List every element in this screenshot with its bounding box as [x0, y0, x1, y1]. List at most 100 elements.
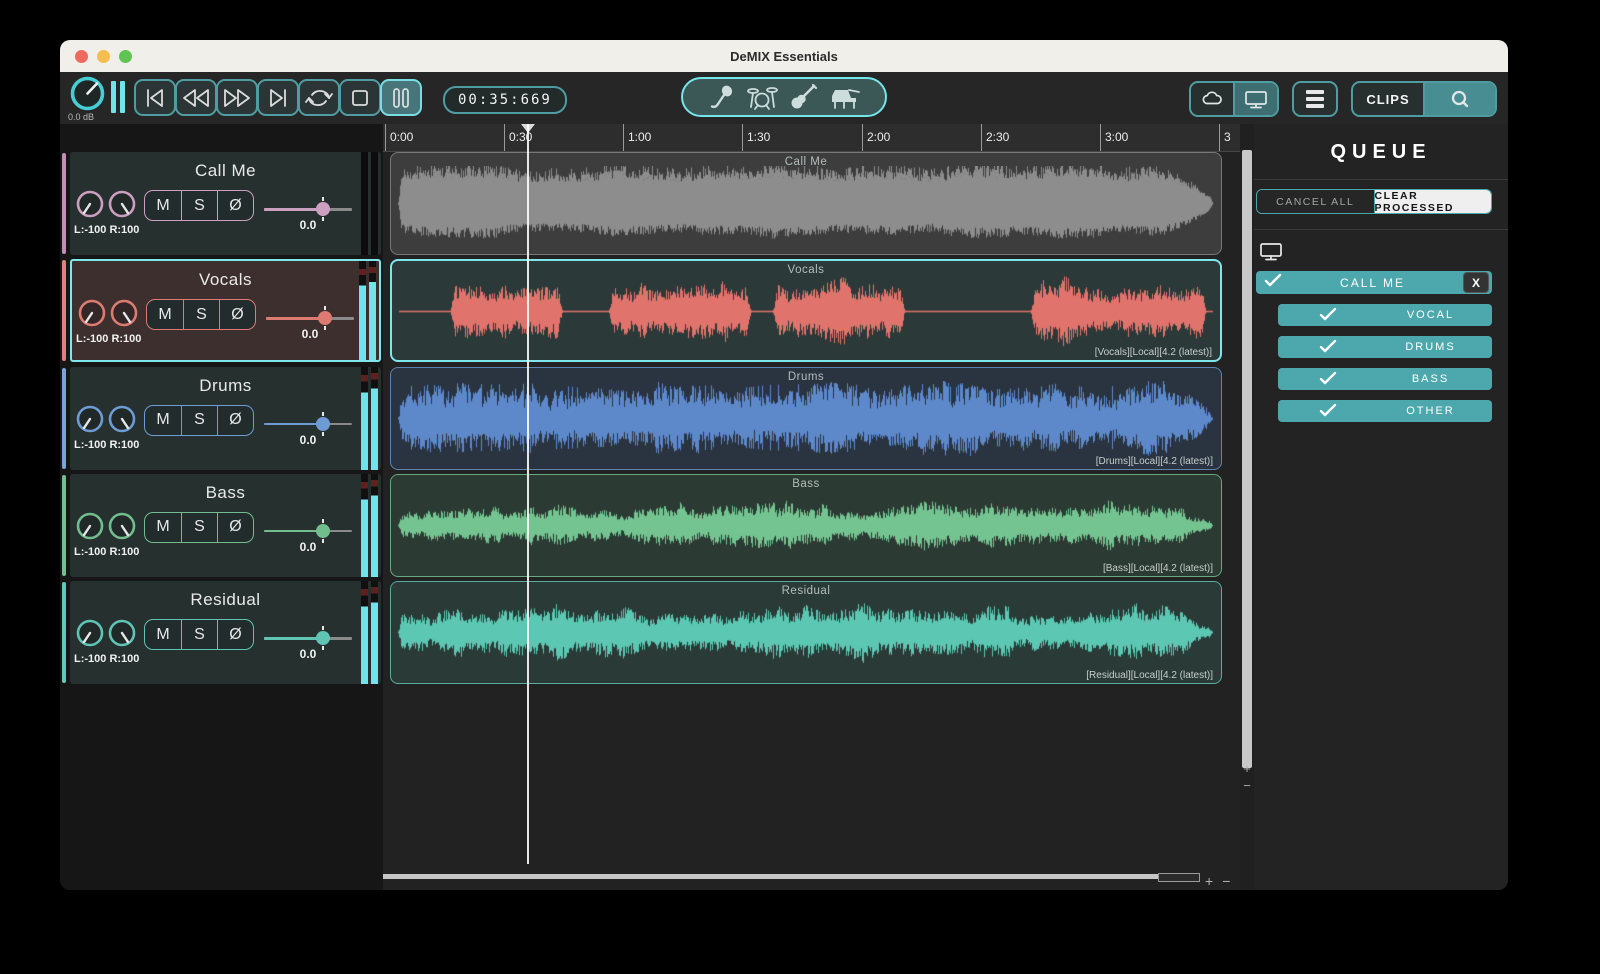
pan-left-knob[interactable] [76, 190, 104, 218]
vertical-zoom-out-button[interactable]: − [1240, 777, 1254, 794]
waveform-bass [394, 487, 1218, 563]
mute-button[interactable]: M [145, 191, 181, 220]
phase-button[interactable]: Ø [217, 620, 253, 650]
timeline-tick: 2:00 [862, 124, 890, 151]
cloud-button[interactable] [1191, 83, 1233, 115]
vertical-scrollbar-thumb[interactable] [1242, 150, 1252, 768]
minimize-window-button[interactable] [97, 49, 110, 63]
loop-button[interactable] [298, 79, 340, 116]
track-color-strip [62, 582, 66, 684]
mute-button[interactable]: M [145, 406, 181, 435]
timeline-tick: 3 [1219, 124, 1231, 151]
volume-slider[interactable] [264, 626, 352, 651]
solo-button[interactable]: S [181, 405, 217, 435]
clip-drums[interactable]: Drums [Drums][Local][4.2 (latest)] [390, 366, 1222, 470]
mute-button[interactable]: M [145, 620, 181, 649]
menu-button[interactable] [1294, 83, 1336, 115]
clip-call-me[interactable]: Call Me [390, 152, 1222, 255]
pan-left-knob[interactable] [76, 512, 104, 540]
title-bar: DeMIX Essentials [60, 40, 1508, 72]
volume-value: 0.0 [299, 647, 317, 662]
pan-left-knob[interactable] [78, 299, 106, 327]
volume-slider[interactable] [264, 518, 352, 543]
track-header-residual[interactable]: Residual L:-100 R:100 M S Ø 0.0 [70, 581, 381, 685]
track-color-strip [62, 153, 66, 254]
close-window-button[interactable] [75, 49, 88, 63]
clear-processed-button[interactable]: CLEAR PROCESSED [1374, 190, 1491, 213]
zoom-out-button[interactable]: − [1222, 873, 1230, 889]
track-level-meter [361, 366, 378, 470]
volume-slider[interactable] [266, 306, 354, 331]
pause-button[interactable] [380, 79, 422, 116]
rewind-button[interactable] [175, 79, 217, 116]
queue-title: QUEUE [1330, 141, 1432, 163]
cancel-all-button[interactable]: CANCEL ALL [1257, 190, 1375, 213]
phase-button[interactable]: Ø [217, 512, 253, 542]
track-mode-buttons: M S Ø [144, 190, 254, 221]
solo-button[interactable]: S [181, 191, 217, 220]
solo-button[interactable]: S [181, 512, 217, 542]
stem-selector-pill[interactable] [681, 77, 887, 117]
mute-button[interactable]: M [145, 513, 181, 542]
horizontal-scrollbar[interactable] [383, 873, 1200, 882]
queue-job-call-me[interactable]: CALL ME X [1256, 271, 1492, 294]
solo-button[interactable]: S [183, 300, 219, 330]
volume-slider-thumb[interactable] [315, 631, 330, 646]
search-button[interactable] [1423, 83, 1495, 115]
pan-right-knob[interactable] [108, 512, 136, 540]
pan-left-knob[interactable] [76, 619, 104, 647]
check-icon [1286, 307, 1369, 324]
waveform-residual [394, 595, 1218, 671]
remove-job-button[interactable]: X [1463, 272, 1489, 293]
track-title: Call Me [194, 161, 257, 180]
clip-vocals[interactable]: Vocals [Vocals][Local][4.2 (latest)] [390, 259, 1222, 363]
zoom-window-button[interactable] [119, 49, 132, 63]
local-machine-button[interactable] [1233, 83, 1277, 115]
phase-button[interactable]: Ø [217, 405, 253, 435]
pan-left-knob[interactable] [76, 405, 104, 433]
track-title: Bass [205, 482, 246, 502]
track-header-bass[interactable]: Bass L:-100 R:100 M S Ø 0.0 [70, 473, 381, 577]
volume-slider-thumb[interactable] [315, 416, 330, 431]
track-header-drums[interactable]: Drums L:-100 R:100 M S Ø 0.0 [70, 366, 381, 470]
microphone-icon [710, 85, 732, 109]
clips-button[interactable]: CLIPS [1353, 83, 1423, 115]
volume-slider[interactable] [264, 411, 352, 436]
volume-slider-thumb[interactable] [317, 311, 332, 326]
pan-right-knob[interactable] [108, 190, 136, 218]
stop-button[interactable] [339, 79, 381, 116]
toolbar: 0.0 dB 00:35:669 CLIPS [60, 72, 1508, 124]
mute-button[interactable]: M [147, 300, 183, 329]
track-row: Bass L:-100 R:100 M S Ø 0.0 [60, 473, 383, 577]
clip-residual[interactable]: Residual [Residual][Local][4.2 (latest)] [390, 581, 1222, 685]
queue-stem-bass[interactable]: BASS [1278, 368, 1492, 390]
queue-stem-drums[interactable]: DRUMS [1278, 336, 1492, 358]
solo-button[interactable]: S [181, 620, 217, 650]
track-header-vocals[interactable]: Vocals L:-100 R:100 M S Ø 0.0 [70, 259, 381, 363]
check-icon [1286, 339, 1369, 356]
vertical-scrollbar[interactable]: + − [1240, 124, 1254, 890]
volume-slider-thumb[interactable] [315, 523, 330, 538]
skip-to-end-button[interactable] [257, 79, 299, 116]
volume-slider[interactable] [264, 197, 352, 221]
volume-slider-thumb[interactable] [315, 202, 330, 216]
phase-button[interactable]: Ø [219, 300, 255, 330]
timeline-tick: 0:30 [504, 124, 532, 151]
master-gain-knob[interactable] [69, 75, 106, 112]
track-header-call-me[interactable]: Call Me L:-100 R:100 M S Ø 0.0 [70, 152, 381, 255]
zoom-in-button[interactable]: + [1205, 873, 1213, 889]
skip-to-start-button[interactable] [134, 79, 176, 116]
time-display[interactable]: 00:35:669 [443, 86, 567, 114]
queue-stem-other[interactable]: OTHER [1278, 400, 1492, 422]
phase-button[interactable]: Ø [217, 191, 253, 220]
vertical-zoom-in-button[interactable]: + [1240, 760, 1254, 777]
pan-right-knob[interactable] [108, 619, 136, 647]
fast-forward-button[interactable] [216, 79, 258, 116]
pan-right-knob[interactable] [108, 405, 136, 433]
playhead-line[interactable] [527, 124, 529, 864]
clip-bass[interactable]: Bass [Bass][Local][4.2 (latest)] [390, 473, 1222, 577]
pan-right-knob[interactable] [110, 299, 138, 327]
timeline-ruler[interactable]: 0:00 0:30 1:00 1:30 2:00 2:30 3:00 3 [383, 124, 1240, 152]
horizontal-scrollbar-thumb[interactable] [1158, 873, 1200, 882]
queue-stem-vocal[interactable]: VOCAL [1278, 304, 1492, 326]
